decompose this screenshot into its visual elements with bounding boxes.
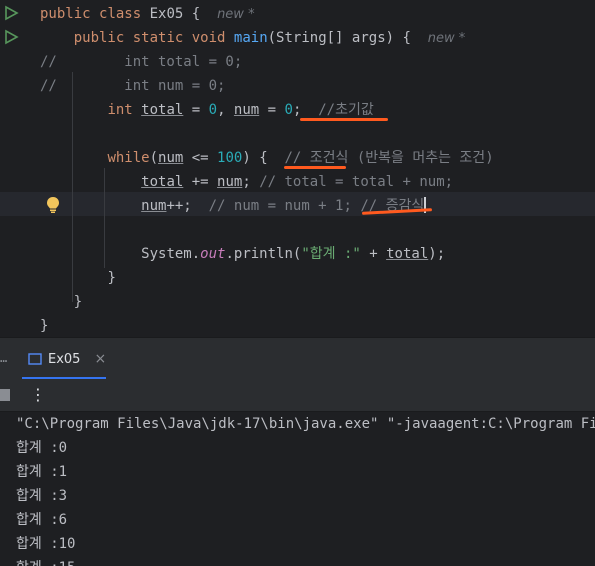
keyword: static	[132, 30, 184, 46]
keyword: public	[73, 30, 125, 46]
operator: +	[360, 246, 387, 262]
close-tab-icon[interactable]: ×	[94, 351, 106, 367]
semicolon: ;	[292, 102, 302, 118]
variable: total	[141, 102, 184, 118]
paren: (	[149, 150, 159, 166]
more-options-icon[interactable]: ⋮	[30, 385, 46, 404]
code-line[interactable]: // int total = 0;	[40, 50, 242, 74]
comment: //	[284, 150, 310, 166]
operator: +=	[183, 174, 218, 190]
operator: <=	[183, 150, 218, 166]
code-line[interactable]: public static void main(String[] args) {…	[40, 26, 466, 50]
paren: );	[428, 246, 446, 262]
author-hint: new *	[217, 7, 255, 22]
brace: {	[250, 150, 268, 166]
comment: // total = total + num;	[259, 174, 454, 190]
console-output-line: 합계 :10	[16, 536, 76, 552]
run-tab-ex05[interactable]: Ex05 ×	[28, 346, 106, 372]
variable: num	[233, 102, 260, 118]
run-tool-window-tabbar: … Ex05 ×	[0, 337, 595, 380]
paren: )	[242, 150, 251, 166]
keyword: class	[99, 6, 142, 22]
class-ref: System.	[141, 246, 201, 262]
number: 0	[208, 102, 218, 118]
variable: total	[386, 246, 429, 262]
semicolon: ;	[242, 174, 251, 190]
annotation-underline	[284, 166, 346, 169]
comment: // num = num + 1; //	[208, 198, 386, 214]
number: 100	[217, 150, 243, 166]
string-literal: "합계 :"	[301, 246, 361, 262]
stop-icon[interactable]	[0, 389, 10, 401]
code-line[interactable]: while(num <= 100) { // 조건식 (반복을 머추는 조건)	[40, 146, 494, 170]
comment: //초기값	[318, 102, 374, 118]
console-output-line: 합계 :15	[16, 556, 75, 566]
brace: {	[402, 30, 411, 46]
annotation-underline	[300, 118, 388, 121]
console-output-line: 합계 :6	[16, 512, 68, 528]
keyword: void	[191, 30, 226, 46]
keyword: public	[40, 6, 91, 22]
operator: =	[183, 102, 209, 118]
run-class-icon[interactable]	[3, 5, 19, 21]
code-line[interactable]: }	[40, 314, 48, 337]
variable: num	[158, 150, 184, 166]
brace: }	[107, 270, 116, 286]
console-output-line: 합계 :1	[16, 464, 68, 480]
code-line[interactable]: // int num = 0;	[40, 74, 225, 98]
comment: //	[40, 78, 57, 94]
console-output[interactable]: "C:\Program Files\Java\jdk-17\bin\java.e…	[0, 412, 595, 566]
run-toolbar: ⋮	[0, 379, 595, 412]
run-tab-label: Ex05	[48, 351, 81, 367]
code-line[interactable]: System.out.println("합계 :" + total);	[40, 242, 445, 266]
brace: }	[73, 294, 83, 310]
console-output-line: 합계 :0	[16, 440, 68, 456]
tool-window-edge: …	[0, 351, 8, 365]
variable: num	[217, 174, 243, 190]
comment: (반복을 머추는 조건)	[348, 150, 494, 166]
code-line[interactable]: }	[40, 290, 82, 314]
code-line[interactable]: public class Ex05 { new *	[40, 2, 255, 26]
comment: 조건식	[309, 150, 349, 166]
comment: int num = 0;	[56, 78, 226, 94]
number: 0	[284, 102, 293, 118]
code-line[interactable]: total += num; // total = total + num;	[40, 170, 453, 194]
comment: int total = 0;	[56, 54, 243, 70]
comment: //	[40, 54, 57, 70]
author-hint: new *	[427, 31, 466, 46]
separator: ,	[217, 102, 234, 118]
code-editor[interactable]: public class Ex05 { new * public static …	[0, 0, 595, 337]
run-main-icon[interactable]	[3, 29, 19, 45]
editor-gutter	[0, 0, 28, 337]
method-name: main	[233, 30, 268, 46]
console-command-line: "C:\Program Files\Java\jdk-17\bin\java.e…	[16, 416, 595, 432]
brace: {	[191, 6, 201, 22]
operator: ++;	[166, 198, 192, 214]
brace: }	[40, 318, 49, 334]
variable: num	[141, 198, 167, 214]
static-field: out	[200, 246, 226, 262]
operator: =	[259, 102, 285, 118]
console-output-line: 합계 :3	[16, 488, 68, 504]
keyword: while	[107, 150, 150, 166]
method-call: .println(	[225, 246, 302, 262]
run-config-icon	[28, 353, 42, 365]
variable: total	[141, 174, 184, 190]
params: (String[] args)	[267, 30, 395, 46]
code-line[interactable]: }	[40, 266, 116, 290]
class-name: Ex05	[149, 6, 184, 22]
keyword: int	[107, 102, 133, 118]
